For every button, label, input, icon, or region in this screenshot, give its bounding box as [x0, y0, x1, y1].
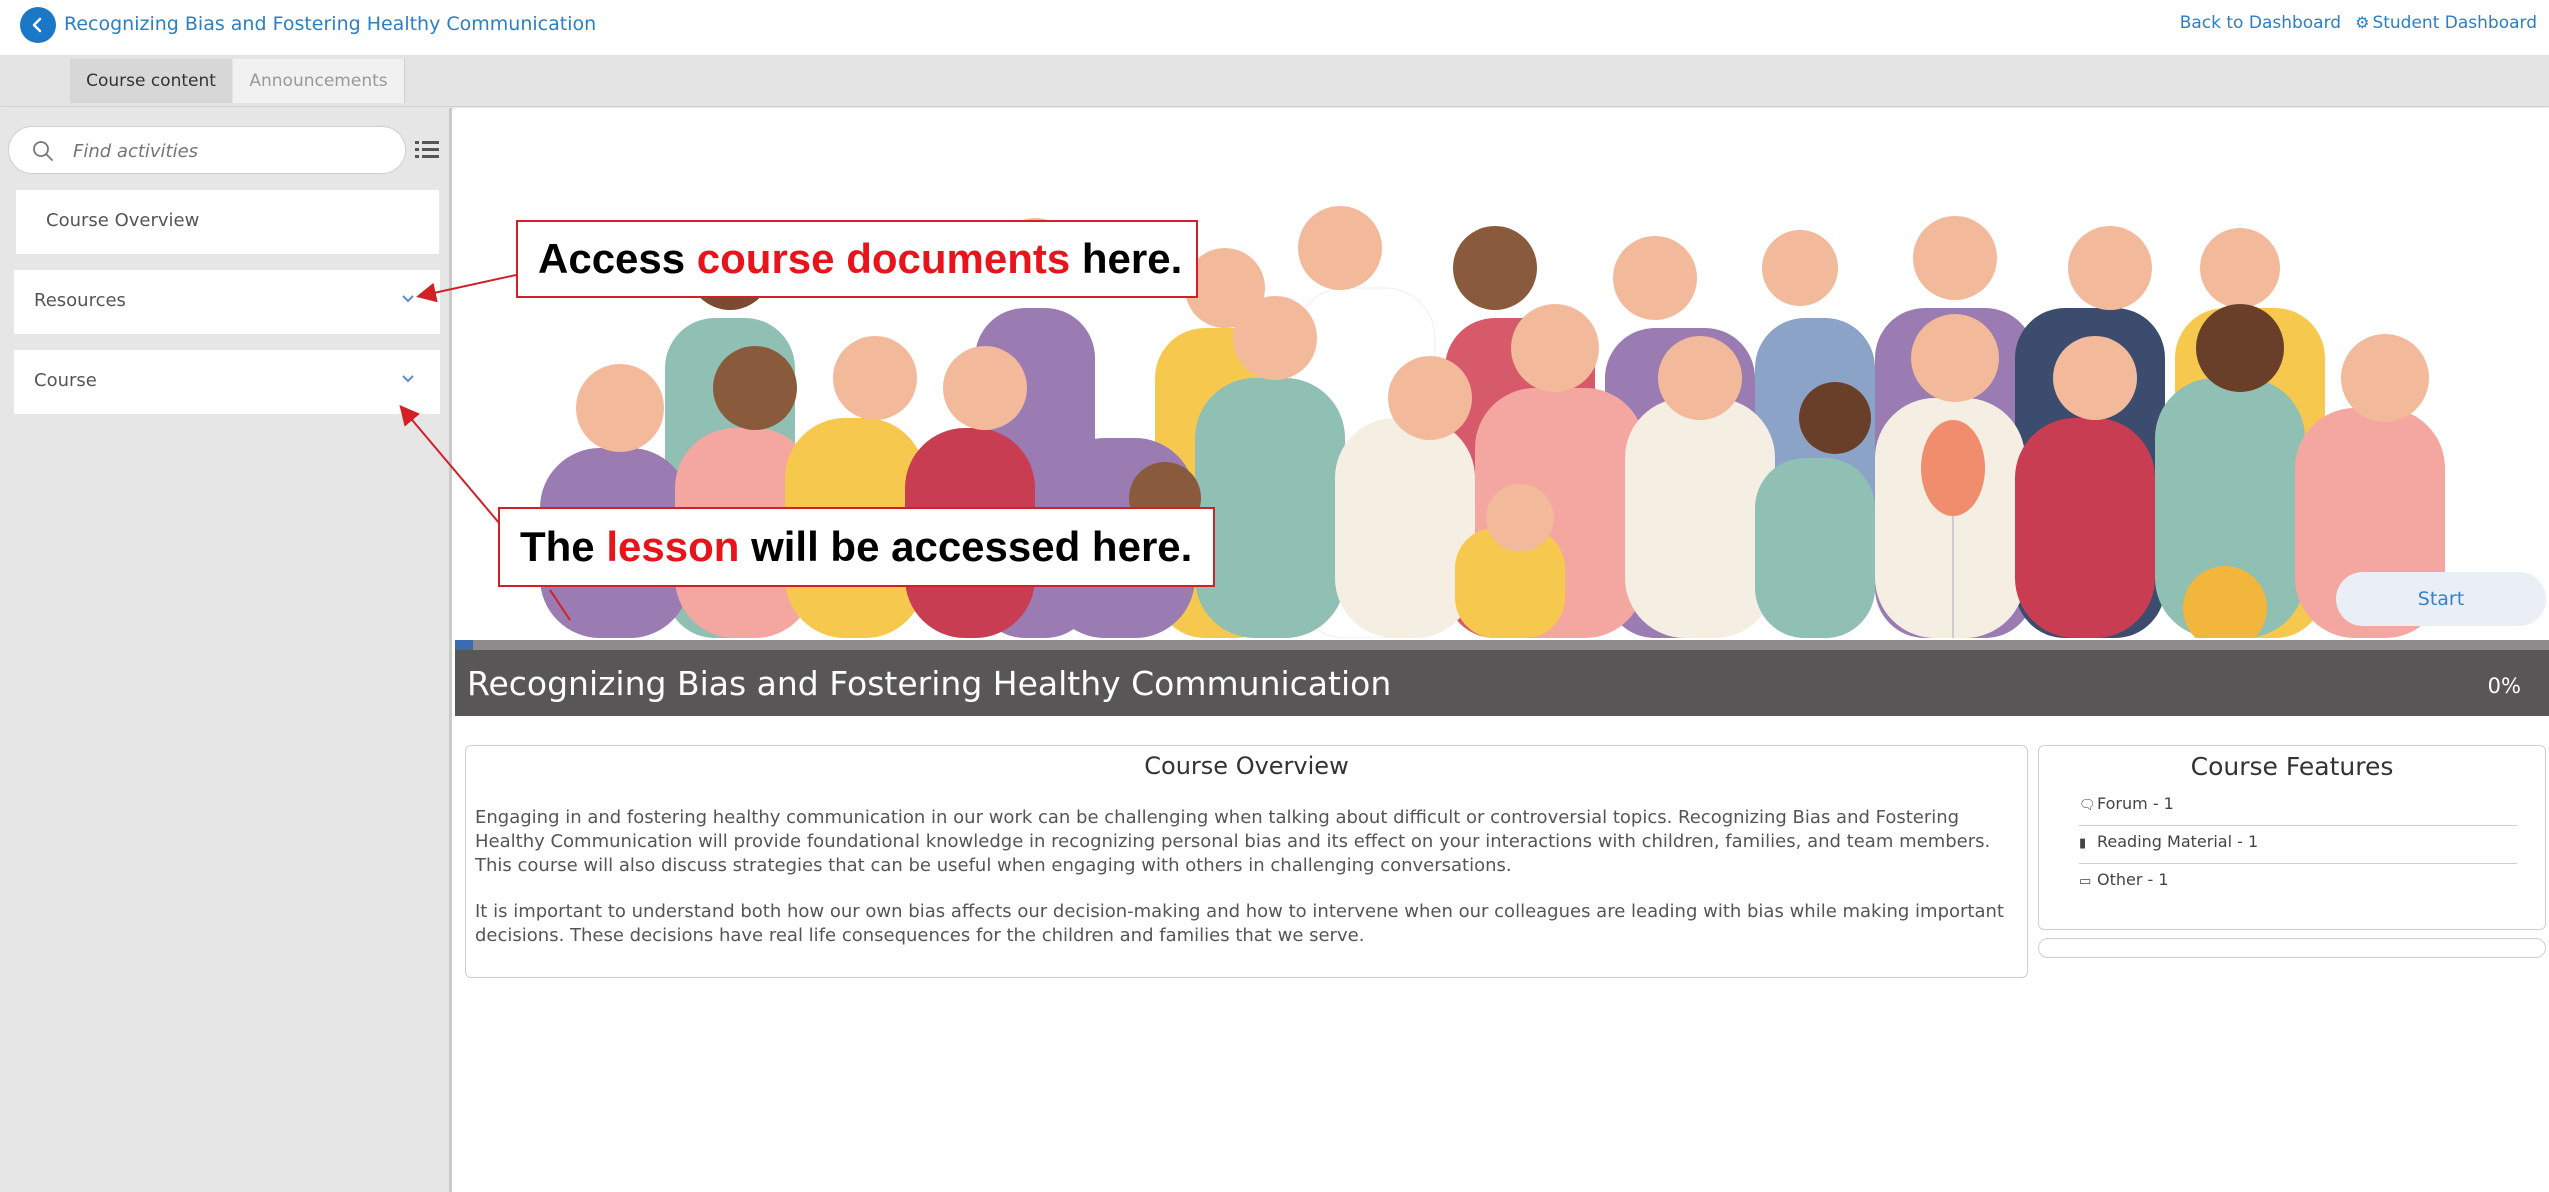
chevron-left-icon [32, 17, 42, 33]
annotation-highlight: course documents [696, 235, 1071, 282]
feature-reading-material: ▮ Reading Material - 1 [2079, 826, 2517, 864]
features-empty-panel [2038, 938, 2546, 958]
annotation-text: Access [538, 235, 697, 282]
course-features-panel: Course Features 🗨Forum - 1 ▮ Reading Mate… [2038, 745, 2546, 930]
top-bar: Recognizing Bias and Fostering Healthy C… [0, 0, 2549, 55]
back-button[interactable] [20, 7, 56, 43]
sidebar-item-course-overview[interactable]: Course Overview [16, 190, 439, 254]
annotation-lesson: The lesson will be accessed here. [498, 507, 1215, 587]
feature-label: Other - 1 [2097, 870, 2169, 889]
search-icon [33, 141, 53, 161]
tab-strip: Course content Announcements [0, 55, 2549, 107]
sidebar-item-label: Resources [34, 290, 126, 311]
feature-forum: 🗨Forum - 1 [2079, 788, 2517, 826]
chevron-down-icon[interactable] [400, 370, 416, 386]
annotation-text: here. [1070, 235, 1183, 282]
annotation-text: The [520, 523, 607, 570]
sidebar: Course Overview Resources Course [0, 108, 452, 1192]
sidebar-item-label: Course [34, 370, 97, 391]
overview-paragraph-2: It is important to understand both how o… [475, 901, 2004, 946]
top-links: Back to Dashboard ⚙ Student Dashboard [2180, 13, 2537, 33]
course-overview-heading: Course Overview [1144, 752, 1349, 780]
course-title-bar: Recognizing Bias and Fostering Healthy C… [455, 650, 2549, 716]
sidebar-item-course[interactable]: Course [14, 350, 440, 414]
chevron-down-icon[interactable] [400, 290, 416, 306]
back-to-dashboard-link[interactable]: Back to Dashboard [2180, 13, 2341, 33]
start-button[interactable]: Start [2336, 572, 2546, 626]
student-dashboard-label: Student Dashboard [2372, 13, 2537, 33]
student-dashboard-link[interactable]: ⚙ Student Dashboard [2355, 13, 2537, 33]
calendar-icon: ▭ [2079, 874, 2092, 889]
sidebar-item-resources[interactable]: Resources [14, 270, 440, 334]
feature-other: ▭ Other - 1 [2079, 864, 2517, 902]
forum-icon: 🗨 [2079, 798, 2096, 813]
progress-percent: 0% [2487, 674, 2521, 698]
overview-paragraph-1: Engaging in and fostering healthy commun… [475, 807, 1991, 876]
annotation-course-documents: Access course documents here. [516, 220, 1198, 298]
feature-label: Reading Material - 1 [2097, 832, 2259, 851]
tab-announcements[interactable]: Announcements [233, 59, 405, 103]
search-input[interactable] [73, 137, 393, 165]
gear-icon: ⚙ [2355, 13, 2370, 32]
feature-label: Forum - 1 [2097, 794, 2174, 813]
search-box [8, 126, 406, 174]
course-title-link[interactable]: Recognizing Bias and Fostering Healthy C… [64, 13, 596, 35]
tab-course-content[interactable]: Course content [70, 59, 232, 103]
progress-bar [455, 640, 2549, 650]
annotation-text: will be accessed here. [739, 523, 1193, 570]
list-view-icon[interactable] [414, 138, 440, 162]
course-name-heading: Recognizing Bias and Fostering Healthy C… [467, 664, 1392, 703]
sidebar-item-label: Course Overview [46, 210, 200, 231]
progress-bar-fill [455, 640, 473, 650]
book-icon: ▮ [2079, 836, 2087, 851]
course-overview-panel: Course Overview Engaging in and fosterin… [465, 745, 2028, 978]
annotation-highlight: lesson [606, 523, 740, 570]
course-features-heading: Course Features [2190, 752, 2394, 781]
